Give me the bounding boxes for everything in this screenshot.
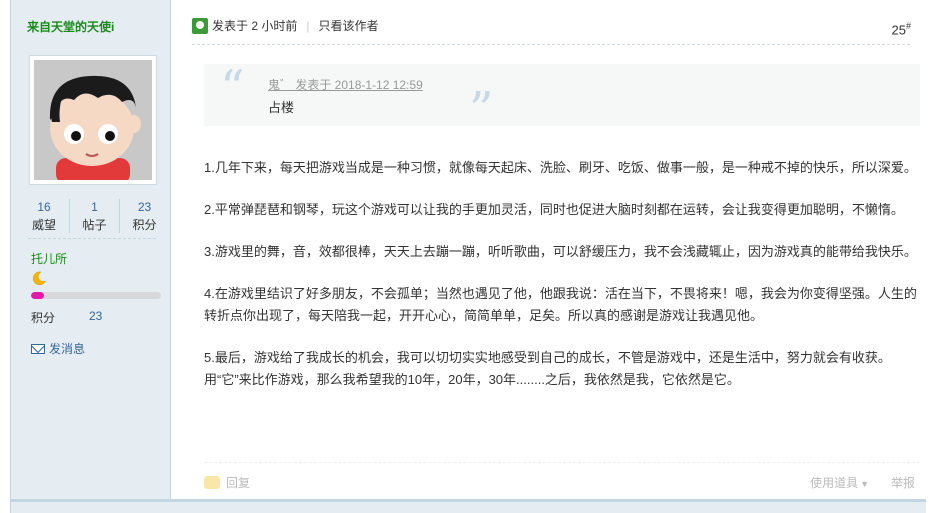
avatar[interactable] xyxy=(29,55,157,185)
mail-icon xyxy=(31,343,45,354)
close-quote-icon: ” xyxy=(469,82,494,138)
stats-divider xyxy=(28,238,156,239)
chevron-down-icon: ▼ xyxy=(860,479,869,489)
avatar-image[interactable] xyxy=(34,60,152,180)
quote-text: 占楼 xyxy=(268,100,295,115)
use-tools-label: 使用道具 xyxy=(810,476,859,490)
post-content: 1.几年下来，每天把游戏当成是一种习惯，就像每天起床、洗脸、刷牙、吃饭、做事一般… xyxy=(204,157,920,411)
stat-posts: 1 帖子 xyxy=(69,199,119,233)
stat-credits: 23 积分 xyxy=(119,199,169,233)
author-stats: 16 威望 1 帖子 23 积分 xyxy=(11,199,171,233)
post-container: 来自天堂的天使i 16 威望 1 帖子 23 积分 托儿所 积分 23 发消息 … xyxy=(10,0,926,513)
reply-label: 回复 xyxy=(226,476,251,490)
post-bottom-bar xyxy=(11,499,926,513)
cartoon-boy-icon xyxy=(34,60,152,180)
online-status-icon xyxy=(192,17,208,34)
stat-label: 积分 xyxy=(132,218,157,232)
level-progress-fill xyxy=(31,292,44,299)
quote-block: “ 鬼゛ 发表于 2018-1-12 12:59 占楼 ” xyxy=(204,60,920,134)
reply-button[interactable]: 回复 xyxy=(204,474,250,491)
report-link[interactable]: 举报 xyxy=(891,474,915,491)
quote-source-link[interactable]: 鬼゛ 发表于 2018-1-12 12:59 xyxy=(268,76,423,93)
level-progress-bar xyxy=(31,292,161,299)
stat-label: 帖子 xyxy=(82,218,107,232)
footer-divider xyxy=(204,462,920,463)
content-paragraph: 3.游戏里的舞，音，效都很棒，天天上去蹦一蹦，听听歌曲，可以舒缓压力，我不会浅藏… xyxy=(204,244,917,259)
content-paragraph: 2.平常弹琵琶和钢琴，玩这个游戏可以让我的手更加灵活，同时也促进大脑时刻都在运转… xyxy=(204,202,904,217)
stat-value[interactable]: 23 xyxy=(120,199,169,215)
floor-number-link[interactable]: 25# xyxy=(892,21,911,37)
header-divider xyxy=(192,44,910,45)
post-main: 发表于 2 小时前 | 只看该作者 25# “ 鬼゛ 发表于 2018-1-12… xyxy=(172,0,925,513)
send-message-label: 发消息 xyxy=(49,342,86,356)
user-group[interactable]: 托儿所 xyxy=(31,250,67,267)
moon-icon xyxy=(32,271,47,286)
credit-line: 积分 23 xyxy=(31,309,102,326)
author-sidebar: 来自天堂的天使i 16 威望 1 帖子 23 积分 托儿所 积分 23 发消息 xyxy=(11,0,171,513)
only-author-link[interactable]: 只看该作者 xyxy=(318,17,378,34)
stat-label: 威望 xyxy=(31,218,56,232)
stat-prestige: 16 威望 xyxy=(19,199,69,233)
reply-icon xyxy=(204,476,220,489)
author-name-link[interactable]: 来自天堂的天使i xyxy=(27,18,114,35)
credit-label: 积分 xyxy=(31,311,56,325)
content-paragraph: 4.在游戏里结识了好多朋友，不会孤单；当然也遇见了他，他跟我说：活在当下，不畏将… xyxy=(204,286,917,323)
content-paragraph: 1.几年下来，每天把游戏当成是一种习惯，就像每天起床、洗脸、刷牙、吃饭、做事一般… xyxy=(204,160,917,175)
send-message-link[interactable]: 发消息 xyxy=(31,340,85,357)
post-header: 发表于 2 小时前 | 只看该作者 xyxy=(192,17,378,34)
use-tools-menu[interactable]: 使用道具 ▼ xyxy=(810,474,869,491)
credit-value: 23 xyxy=(89,309,103,323)
floor-mark: # xyxy=(905,21,911,31)
content-paragraph: 5.最后，游戏给了我成长的机会，我可以切切实实地感受到自己的成长，不管是游戏中，… xyxy=(204,350,891,387)
posted-time: 发表于 2 小时前 xyxy=(212,19,298,33)
stat-value[interactable]: 1 xyxy=(70,199,119,215)
stat-value[interactable]: 16 xyxy=(19,199,69,215)
floor-number: 25 xyxy=(891,22,906,38)
header-separator: | xyxy=(306,18,310,33)
open-quote-icon: “ xyxy=(220,60,245,116)
